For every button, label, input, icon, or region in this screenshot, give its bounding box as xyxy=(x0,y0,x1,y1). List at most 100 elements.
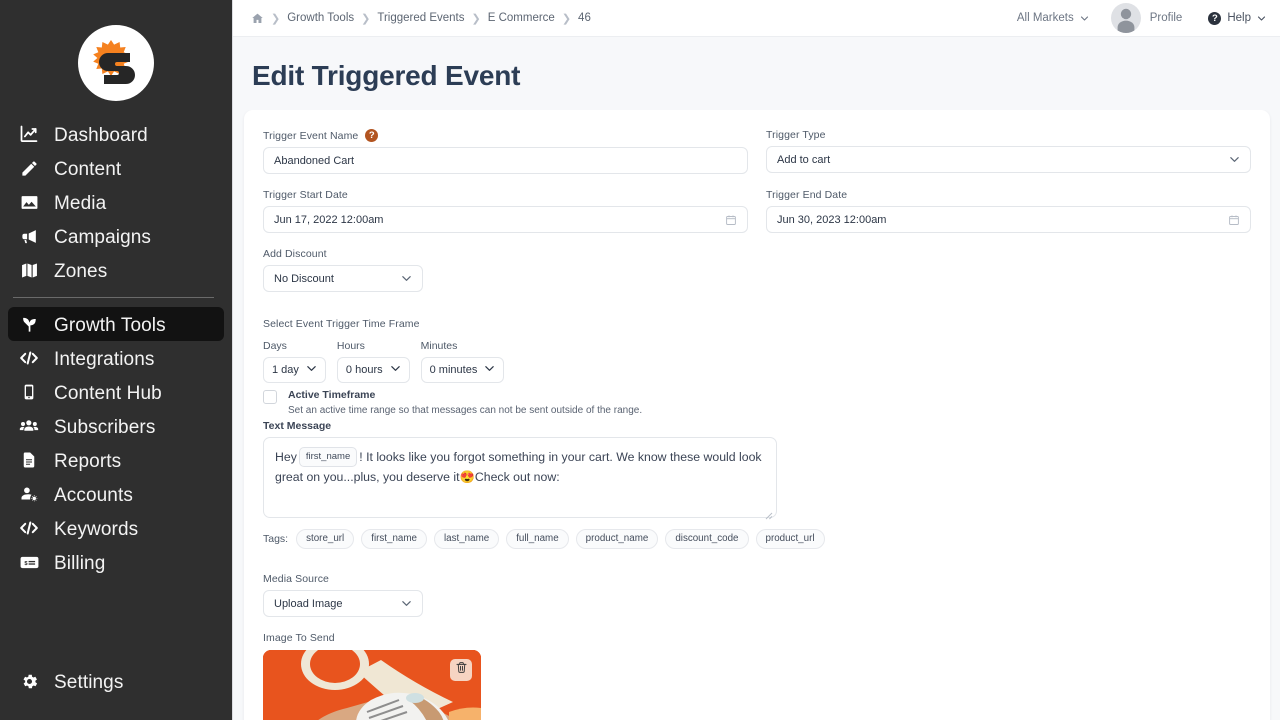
calendar-icon[interactable] xyxy=(1228,214,1240,226)
sidebar-item-content[interactable]: Content xyxy=(8,151,224,185)
help-label: Help xyxy=(1227,12,1251,24)
media-source-select[interactable]: Upload Image xyxy=(263,590,423,617)
avatar[interactable] xyxy=(1110,3,1141,33)
sidebar-item-media[interactable]: Media xyxy=(8,185,224,219)
text-message-part1: Hey xyxy=(275,450,297,464)
sidebar-item-label: Content xyxy=(54,158,122,180)
text-message-label: Text Message xyxy=(263,420,332,432)
sidebar-item-label: Dashboard xyxy=(54,124,148,146)
spark-s-logo[interactable] xyxy=(78,25,154,101)
add-discount-label: Add Discount xyxy=(263,248,327,260)
sidebar-item-settings[interactable]: Settings xyxy=(8,664,224,698)
trigger-type-value: Add to cart xyxy=(777,153,831,166)
tag-full-name[interactable]: full_name xyxy=(506,529,569,549)
text-message-part3: Check out now: xyxy=(474,469,560,484)
sidebar-item-campaigns[interactable]: Campaigns xyxy=(8,219,224,253)
sidebar-item-dashboard[interactable]: Dashboard xyxy=(8,117,224,151)
page-title: Edit Triggered Event xyxy=(252,60,521,91)
sidebar-item-label: Subscribers xyxy=(54,416,156,438)
sidebar-item-keywords[interactable]: Keywords xyxy=(8,511,224,545)
breadcrumb-item-e-commerce[interactable]: E Commerce xyxy=(488,12,555,24)
days-label: Days xyxy=(263,340,287,352)
tag-last-name[interactable]: last_name xyxy=(433,529,500,549)
megaphone-icon xyxy=(18,225,40,247)
trigger-event-name-value: Abandoned Cart xyxy=(274,154,355,167)
image-to-send-preview[interactable] xyxy=(263,650,481,720)
logo-container xyxy=(0,0,232,117)
user-gear-icon xyxy=(18,483,40,505)
minutes-select[interactable]: 0 minutes xyxy=(420,357,505,383)
form-col-left-1: Trigger Event Name ? Abandoned Cart xyxy=(263,129,748,189)
top-bar: ❯ Growth Tools ❯ Triggered Events ❯ E Co… xyxy=(233,0,1280,37)
calendar-icon[interactable] xyxy=(725,214,737,226)
chevron-down-icon xyxy=(1229,154,1240,165)
sidebar-item-accounts[interactable]: Accounts xyxy=(8,477,224,511)
delete-image-button[interactable] xyxy=(450,659,472,681)
avatar-person-icon xyxy=(1117,8,1135,33)
breadcrumb-item-growth-tools[interactable]: Growth Tools xyxy=(287,12,354,24)
chevron-down-icon xyxy=(484,363,495,377)
active-timeframe-description: Set an active time range so that message… xyxy=(288,405,643,416)
users-icon xyxy=(18,415,40,437)
tag-product-name[interactable]: product_name xyxy=(575,529,659,549)
chevron-down-icon xyxy=(401,598,412,609)
text-message-input[interactable]: Hey first_name! It looks like you forgot … xyxy=(263,437,777,520)
time-frame-days: Days 1 day xyxy=(263,340,326,383)
add-discount-select[interactable]: No Discount xyxy=(263,265,423,292)
sidebar-item-label: Keywords xyxy=(54,518,139,540)
sidebar-item-label: Campaigns xyxy=(54,226,152,248)
form-col-left-2: Trigger Start Date Jun 17, 2022 12:00am xyxy=(263,189,748,248)
content-scroll-area[interactable]: Trigger Event Name ? Abandoned Cart Trig… xyxy=(233,110,1280,720)
tag-discount-code[interactable]: discount_code xyxy=(665,529,749,549)
sidebar-item-integrations[interactable]: Integrations xyxy=(8,341,224,375)
trigger-start-date-input[interactable]: Jun 17, 2022 12:00am xyxy=(263,206,748,233)
active-timeframe-text: Active Timeframe Set an active time rang… xyxy=(288,389,642,416)
breadcrumb-separator: ❯ xyxy=(361,12,371,25)
days-select[interactable]: 1 day xyxy=(263,357,326,383)
home-icon[interactable] xyxy=(251,12,264,25)
mobile-icon xyxy=(18,381,40,403)
sidebar-item-label: Media xyxy=(54,192,107,214)
trigger-event-name-field: Trigger Event Name ? Abandoned Cart xyxy=(263,129,748,174)
sidebar-item-content-hub[interactable]: Content Hub xyxy=(8,375,224,409)
market-selector[interactable]: All Markets xyxy=(1017,12,1089,24)
sidebar-item-growth-tools[interactable]: Growth Tools xyxy=(8,307,224,341)
sprout-icon xyxy=(18,313,40,335)
app-root: Dashboard Content Media Campaigns Zones … xyxy=(0,0,1280,720)
help-menu[interactable]: ? Help xyxy=(1208,11,1266,25)
chevron-down-icon xyxy=(1080,14,1089,23)
breadcrumb-separator: ❯ xyxy=(561,12,572,25)
breadcrumb-item-triggered-events[interactable]: Triggered Events xyxy=(377,12,464,24)
breadcrumb-separator: ❯ xyxy=(471,12,481,25)
trigger-event-name-input[interactable]: Abandoned Cart xyxy=(263,147,748,174)
merge-tag-chip[interactable]: first_name xyxy=(298,447,358,468)
trigger-type-select[interactable]: Add to cart xyxy=(766,146,1251,173)
active-timeframe-checkbox[interactable] xyxy=(263,390,277,404)
form-col-right-1: Trigger Type Add to cart xyxy=(766,129,1251,189)
media-source-field: Media Source Upload Image xyxy=(263,573,1251,617)
breadcrumb-item-id[interactable]: 46 xyxy=(578,12,591,24)
active-timeframe-label: Active Timeframe xyxy=(288,389,376,401)
sidebar-item-reports[interactable]: Reports xyxy=(8,443,224,477)
tags-lead-label: Tags: xyxy=(263,533,289,545)
resize-handle-icon[interactable] xyxy=(765,507,773,520)
trigger-end-date-input[interactable]: Jun 30, 2023 12:00am xyxy=(766,206,1251,233)
sidebar-item-zones[interactable]: Zones xyxy=(8,253,224,287)
sidebar-item-billing[interactable]: $ Billing xyxy=(8,545,224,579)
sneaker-photo xyxy=(263,650,481,720)
sidebar-item-label: Integrations xyxy=(54,348,155,370)
tag-store-url[interactable]: store_url xyxy=(296,529,355,549)
code-icon xyxy=(18,347,40,369)
tag-first-name[interactable]: first_name xyxy=(361,529,427,549)
edit-event-card: Trigger Event Name ? Abandoned Cart Trig… xyxy=(244,110,1270,720)
profile-link[interactable]: Profile xyxy=(1150,12,1183,24)
breadcrumb-separator: ❯ xyxy=(271,12,281,25)
sidebar-item-subscribers[interactable]: Subscribers xyxy=(8,409,224,443)
question-mark-icon[interactable]: ? xyxy=(365,129,379,142)
label-text: Trigger Event Name xyxy=(263,129,359,142)
add-discount-field: Add Discount No Discount xyxy=(263,248,1251,292)
hours-select[interactable]: 0 hours xyxy=(336,357,410,383)
chevron-down-icon xyxy=(390,363,401,377)
tag-product-url[interactable]: product_url xyxy=(755,529,825,549)
